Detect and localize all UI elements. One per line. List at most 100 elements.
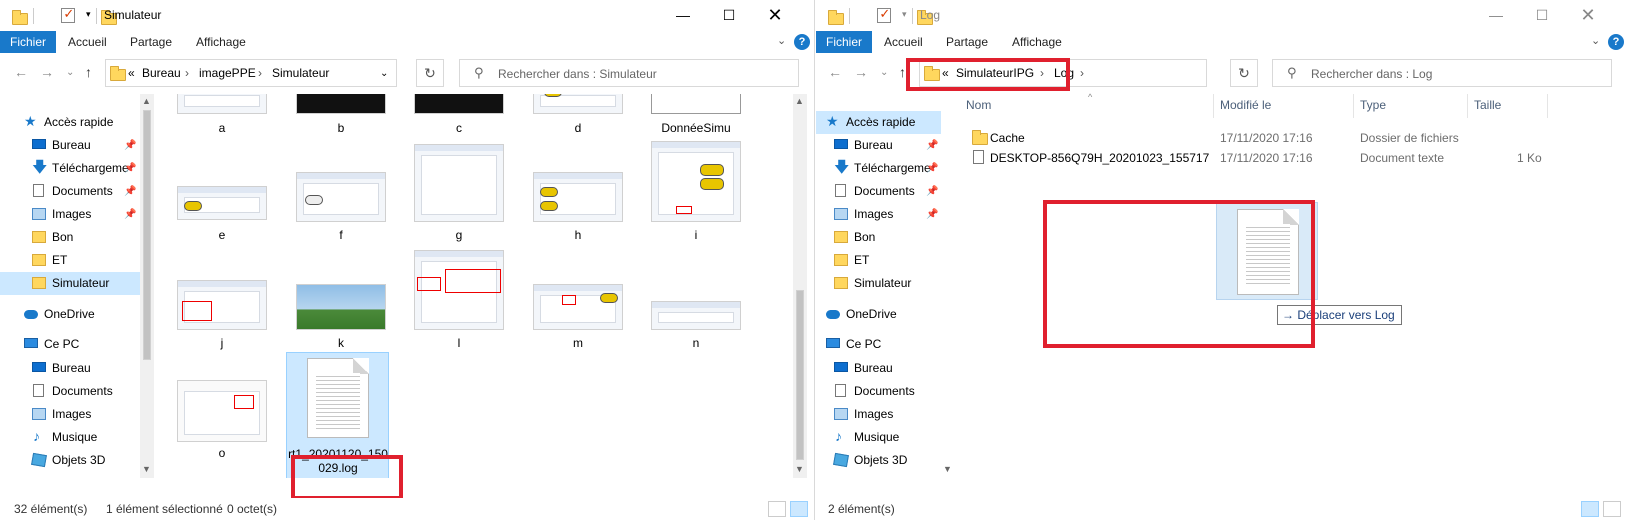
column-header-type[interactable]: Type [1360, 98, 1386, 112]
large-icons-view-icon[interactable] [790, 501, 808, 517]
column-header-taille[interactable]: Taille [1474, 98, 1501, 112]
customize-toolbar-icon[interactable]: ▾ [86, 9, 91, 25]
nav-item-acces-rapide[interactable]: ★ Accès rapide [0, 111, 140, 134]
help-icon[interactable]: ? [794, 34, 810, 50]
pin-icon: 📌 [926, 186, 939, 197]
breadcrumb-overflow[interactable]: « [128, 66, 135, 80]
back-arrow-icon[interactable]: ← [828, 64, 842, 80]
properties-icon[interactable] [61, 6, 76, 23]
nav-item-bureau-pc[interactable]: Bureau [0, 357, 140, 380]
breadcrumb-log[interactable]: Log [1054, 66, 1074, 80]
nav-item-et[interactable]: ET [0, 249, 140, 272]
tab-fichier[interactable]: Fichier [816, 31, 873, 53]
nav-item-et[interactable]: ET [816, 249, 941, 272]
nav-item-documents-pc[interactable]: Documents [816, 380, 941, 403]
nav-item-telechargements[interactable]: 🡇 Téléchargeme 📌 [0, 157, 140, 180]
column-header-modifie[interactable]: Modifié le [1220, 98, 1271, 112]
details-view-icon[interactable] [768, 501, 786, 517]
column-divider[interactable] [1353, 94, 1354, 118]
tab-affichage[interactable]: Affichage [1002, 31, 1072, 53]
recent-locations-icon[interactable]: ⌄ [66, 67, 74, 78]
nav-item-bureau-pc[interactable]: Bureau [816, 357, 941, 380]
address-bar[interactable]: « SimulateurIPG › Log › [919, 59, 1207, 87]
search-input[interactable]: ⚲ Rechercher dans : Simulateur [459, 59, 799, 87]
nav-item-documents-pc[interactable]: Documents [0, 380, 140, 403]
tab-partage[interactable]: Partage [120, 31, 182, 53]
chevron-down-icon[interactable]: ⌄ [777, 34, 786, 47]
tab-fichier[interactable]: Fichier [0, 31, 57, 53]
scroll-down-icon[interactable]: ▼ [943, 464, 952, 474]
nav-item-musique[interactable]: ♪ Musique [816, 426, 941, 449]
nav-item-images[interactable]: Images 📌 [0, 203, 140, 226]
tab-accueil[interactable]: Accueil [874, 31, 933, 53]
help-icon[interactable]: ? [1608, 34, 1624, 50]
properties-icon[interactable] [877, 6, 892, 23]
column-divider[interactable] [1547, 94, 1548, 118]
nav-item-ce-pc[interactable]: Ce PC [816, 333, 941, 356]
breadcrumb-overflow[interactable]: « [942, 66, 949, 80]
tab-accueil[interactable]: Accueil [58, 31, 117, 53]
nav-scrollbar[interactable]: ▼ [941, 94, 955, 478]
chevron-down-icon[interactable]: ⌄ [1591, 34, 1600, 47]
maximize-button[interactable]: ☐ [706, 0, 752, 31]
tab-affichage[interactable]: Affichage [186, 31, 256, 53]
customize-toolbar-icon[interactable]: ▾ [902, 9, 907, 25]
recent-locations-icon[interactable]: ⌄ [880, 67, 888, 78]
minimize-button[interactable]: — [1473, 0, 1519, 31]
nav-item-objets-3d[interactable]: Objets 3D [0, 449, 140, 472]
scroll-up-icon[interactable]: ▲ [795, 96, 804, 106]
breadcrumb-simulateuripg[interactable]: SimulateurIPG [956, 66, 1034, 80]
tab-partage[interactable]: Partage [936, 31, 998, 53]
breadcrumb-simulateur[interactable]: Simulateur [272, 66, 329, 80]
refresh-button[interactable]: ↻ [416, 59, 444, 87]
nav-item-onedrive[interactable]: OneDrive [816, 303, 941, 326]
pc-icon [826, 338, 840, 348]
column-header-nom[interactable]: Nom [966, 98, 991, 112]
nav-item-simulateur[interactable]: Simulateur [816, 272, 941, 295]
table-row[interactable]: DESKTOP-856Q79H_20201023_155717 17/11/20… [954, 148, 1614, 168]
nav-item-images[interactable]: Images 📌 [816, 203, 941, 226]
nav-item-ce-pc[interactable]: Ce PC [0, 333, 140, 356]
nav-item-bon[interactable]: Bon [0, 226, 140, 249]
address-bar[interactable]: « Bureau › imagePPE › Simulateur ⌄ [105, 59, 397, 87]
nav-item-musique[interactable]: ♪ Musique [0, 426, 140, 449]
nav-item-onedrive[interactable]: OneDrive [0, 303, 140, 326]
navigation-pane: ★ Accès rapide Bureau 📌 🡇 Téléchargeme 📌 Doc… [816, 94, 941, 478]
close-button[interactable]: ✕ [752, 0, 798, 31]
forward-arrow-icon[interactable]: → [40, 64, 54, 80]
refresh-button[interactable]: ↻ [1230, 59, 1258, 87]
chevron-down-icon[interactable]: ⌄ [380, 68, 388, 79]
close-button[interactable]: ✕ [1565, 0, 1611, 31]
grid-scrollbar[interactable]: ▲ ▼ [793, 94, 807, 478]
nav-item-acces-rapide[interactable]: ★ Accès rapide [816, 111, 941, 134]
minimize-button[interactable]: — [660, 0, 706, 31]
details-view-icon[interactable] [1581, 501, 1599, 517]
breadcrumb-bureau[interactable]: Bureau [142, 66, 181, 80]
nav-item-bureau[interactable]: Bureau 📌 [0, 134, 140, 157]
row-size: 1 Ko [1517, 151, 1542, 165]
maximize-button[interactable]: ☐ [1519, 0, 1565, 31]
nav-item-bureau[interactable]: Bureau 📌 [816, 134, 941, 157]
scroll-thumb[interactable] [796, 290, 804, 460]
onedrive-icon [826, 310, 840, 319]
search-input[interactable]: ⚲ Rechercher dans : Log [1272, 59, 1612, 87]
large-icons-view-icon[interactable] [1603, 501, 1621, 517]
nav-item-simulateur[interactable]: Simulateur [0, 272, 140, 295]
forward-arrow-icon[interactable]: → [854, 64, 868, 80]
nav-item-documents[interactable]: Documents 📌 [816, 180, 941, 203]
up-arrow-icon[interactable]: ↑ [899, 64, 906, 80]
up-arrow-icon[interactable]: ↑ [85, 64, 92, 80]
breadcrumb-imageppe[interactable]: imagePPE [199, 66, 256, 80]
back-arrow-icon[interactable]: ← [14, 64, 28, 80]
nav-item-bon[interactable]: Bon [816, 226, 941, 249]
column-divider[interactable] [1213, 94, 1214, 118]
thumbnail [533, 172, 623, 222]
column-divider[interactable] [1467, 94, 1468, 118]
nav-item-images-pc[interactable]: Images [816, 403, 941, 426]
table-row[interactable]: Cache 17/11/2020 17:16 Dossier de fichie… [954, 128, 1614, 148]
nav-item-documents[interactable]: Documents 📌 [0, 180, 140, 203]
scroll-down-icon[interactable]: ▼ [795, 464, 804, 474]
nav-item-images-pc[interactable]: Images [0, 403, 140, 426]
nav-item-objets-3d[interactable]: Objets 3D [816, 449, 941, 472]
nav-item-telechargements[interactable]: 🡇 Téléchargeme 📌 [816, 157, 941, 180]
